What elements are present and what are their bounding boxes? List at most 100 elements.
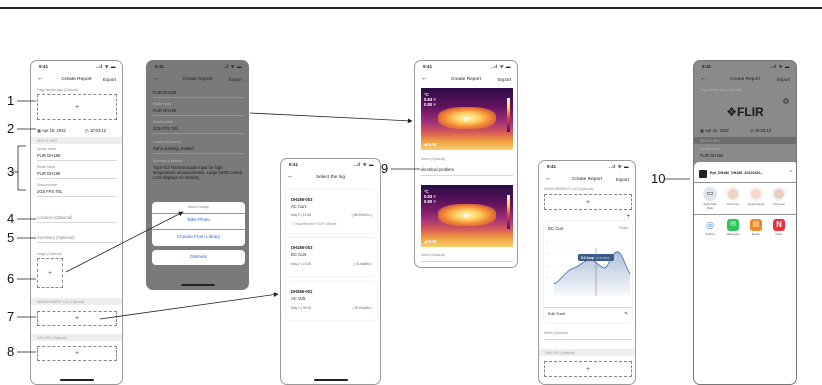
contact-item[interactable]: Group Name xyxy=(746,187,766,206)
home-indicator xyxy=(59,379,94,381)
notes-value[interactable]: electrical problem xyxy=(421,167,454,172)
signal-icon: ..ıl ᯤ ▬ xyxy=(353,162,374,167)
log-value: ( 41mA8hs ) xyxy=(354,262,372,266)
app-news[interactable]: N News xyxy=(769,219,789,236)
time-field[interactable]: ◷ 10:03:12 xyxy=(750,128,771,133)
nav-bar: ← Create Report Export xyxy=(147,73,248,87)
log-card[interactable]: DH186-003 AC Curr. May 9 | 14:58 ( 88.00… xyxy=(286,190,377,233)
app-airdrop[interactable]: ◎ Airdrop xyxy=(700,219,720,236)
signal-icon: ..ıl ᯤ ▬ xyxy=(769,64,790,69)
chart-reset[interactable]: Reset xyxy=(619,226,628,230)
take-photo-button[interactable]: Take Photo xyxy=(152,217,245,222)
device-name-value[interactable]: FLIR DH186 xyxy=(37,153,60,158)
export-button[interactable]: Export xyxy=(498,77,511,82)
date-field[interactable]: ▦ Apr 16, 2022 xyxy=(700,128,729,133)
date-field[interactable]: ▦ Apr 16, 2022 xyxy=(37,128,66,133)
status-bar: 9:41 ..ıl ᯤ ▬ xyxy=(31,61,122,71)
signal-icon: ..ıl ᯤ ▬ xyxy=(490,64,511,69)
share-filename: Rpt_DH186_DH186_20220420... xyxy=(710,171,764,175)
pencil-icon[interactable]: ✎ xyxy=(624,311,628,317)
dismiss-button[interactable]: Dismiss xyxy=(152,250,245,260)
gallery-add[interactable]: + xyxy=(37,346,117,361)
contact-item[interactable]: First Last xyxy=(723,187,743,206)
contact-item[interactable]: First Last xyxy=(769,187,789,206)
image-label: Image (Optional) xyxy=(37,252,62,256)
location-value: Raha solvang, Ireland xyxy=(153,146,194,151)
notes-label: Notes (Optional) xyxy=(421,157,446,161)
thermal-readout: °C 0.83 × 0.80 × xyxy=(424,189,436,204)
app-books[interactable]: ▤ Books xyxy=(746,219,766,236)
close-icon[interactable]: × xyxy=(789,169,792,175)
flir-logo: ◆FLIR xyxy=(424,239,437,244)
add-icon[interactable]: + xyxy=(626,214,630,220)
arrow-log-to-select xyxy=(99,292,279,320)
log-note-text: Imported from FLIR CIEtose xyxy=(295,222,337,226)
location-field[interactable]: Location (Optional) xyxy=(37,215,72,220)
nav-bar: ← Create Report Export xyxy=(539,173,635,187)
avatar xyxy=(772,187,786,201)
divider xyxy=(153,133,244,134)
status-bar: 9:41 ..ıl ᯤ ▬ xyxy=(415,61,517,71)
summary-field[interactable]: Summary (Optional) xyxy=(37,235,74,240)
thermal-image[interactable]: °C 0.83 × 0.80 × ⊕ ◆FLIR xyxy=(421,185,513,247)
export-button[interactable]: Export xyxy=(103,77,116,82)
measurement-log-add[interactable]: + xyxy=(37,311,117,326)
time-field[interactable]: ◷ 10:03:12 xyxy=(85,128,106,133)
thermal-image[interactable]: °C 0.83 × 0.80 × ⊕ ◆FLIR xyxy=(421,88,513,150)
model-value: FLIR DH186 xyxy=(153,108,177,113)
export-button[interactable]: Export xyxy=(616,177,629,182)
divider xyxy=(37,242,117,243)
export-button[interactable]: Export xyxy=(229,77,242,82)
thermal-readout: °C 0.83 × 0.80 × xyxy=(424,92,436,107)
location-label: Location (Optional) xyxy=(153,140,181,144)
device-info-section: DEVICE INFO xyxy=(31,137,122,144)
contact-item[interactable]: ▭ Apple Mac Data xyxy=(700,187,720,210)
phone-create-report: 9:41 ..ıl ᯤ ▬ ← Create Report Export Page… xyxy=(30,60,123,385)
image-add[interactable]: + xyxy=(37,258,63,288)
divider xyxy=(694,214,796,215)
device-name-label: Device name xyxy=(700,147,720,151)
divider xyxy=(544,307,632,308)
divider xyxy=(37,160,117,161)
status-time: 9:41 xyxy=(702,64,712,69)
divider xyxy=(37,222,117,223)
divider xyxy=(421,261,513,262)
callout-1: 1 xyxy=(7,93,15,108)
gallery-add[interactable]: + xyxy=(544,361,632,377)
contact-name: First Last xyxy=(727,202,739,206)
app-name: Messages xyxy=(726,232,740,236)
signal-icon: ..ıl ᯤ ▬ xyxy=(95,64,116,69)
log-card[interactable]: DH186-003 DC Curr. May 2 | 13:35 ( 41mA8… xyxy=(286,238,377,276)
contact-name: Apple Mac Data xyxy=(703,202,717,210)
svg-text:2: 2 xyxy=(546,264,548,268)
summary-value: Type K/J Thermocouple input for high tem… xyxy=(153,165,243,181)
crosshair-icon: ⊕ xyxy=(464,116,470,123)
page-header-label: Page header logo (Optional) xyxy=(37,88,79,92)
status-time: 9:41 xyxy=(155,64,165,69)
page-header-add[interactable]: + xyxy=(37,94,117,120)
log-card[interactable]: DH286-001 AC Volt. May 1 | 09:08 ( 2h10m… xyxy=(286,282,377,320)
serial-value[interactable]: 2G5 FFS 781 xyxy=(37,189,62,194)
airdrop-icon: ◎ xyxy=(704,219,716,231)
export-button[interactable]: Export xyxy=(777,77,790,82)
arrow-sheet-to-thermal xyxy=(249,112,413,124)
divider xyxy=(694,182,796,183)
chart-card[interactable]: DC Curr. Reset 6420 5.0 Amp 10:14 05:38 … xyxy=(544,221,632,323)
log-note: ⓘ Imported from FLIR CIEtose xyxy=(291,221,336,226)
dismiss-sheet: Dismiss xyxy=(152,250,245,265)
date-value: Apr 16, 2022 xyxy=(704,128,729,133)
model-name-value[interactable]: FLIR DH186 xyxy=(37,171,60,176)
books-icon: ▤ xyxy=(750,219,762,231)
date-value: Apr 16, 2022 xyxy=(41,128,66,133)
status-time: 9:41 xyxy=(547,164,557,169)
contact-name: First Last xyxy=(773,202,785,206)
serial-value: 2G5 FFS 781 xyxy=(153,126,179,131)
measurement-log-add[interactable]: + xyxy=(544,194,632,210)
time-value: 10:03:12 xyxy=(89,128,107,133)
remove-logo-icon[interactable]: × xyxy=(783,98,789,104)
edit-chart-button[interactable]: Edit Chart xyxy=(548,312,565,316)
choose-library-button[interactable]: Choose From Library xyxy=(152,234,245,239)
sheet-title: Attach image xyxy=(188,205,209,209)
app-messages[interactable]: ✉ Messages xyxy=(723,219,743,236)
callout-9: 9 xyxy=(381,161,389,176)
